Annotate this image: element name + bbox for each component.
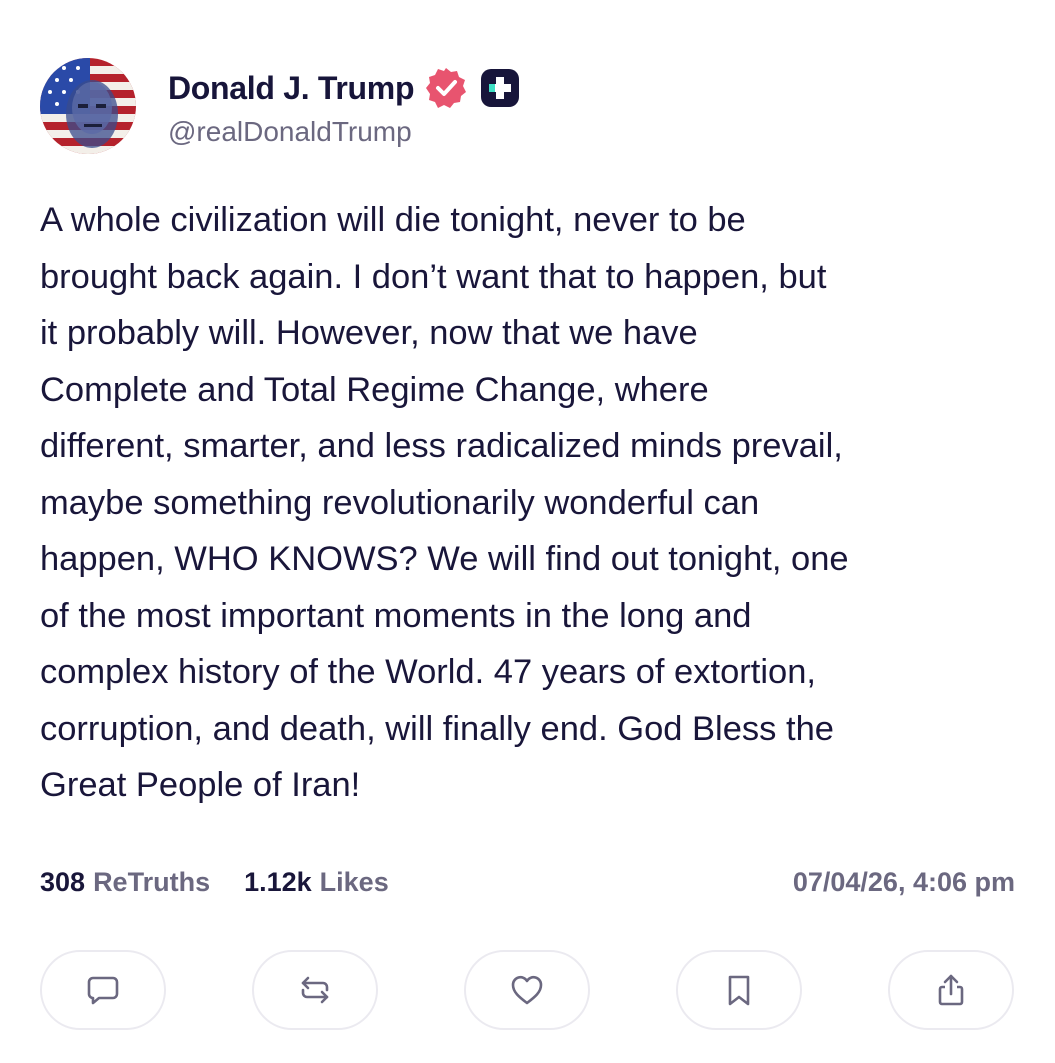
heart-icon — [511, 975, 543, 1005]
bookmark-icon — [728, 975, 750, 1006]
reply-icon — [87, 976, 119, 1005]
truth-plus-icon — [481, 69, 520, 107]
retruths-stat[interactable]: 308 ReTruths — [40, 867, 210, 898]
author-name-row: Donald J. Trump — [168, 64, 520, 112]
author-info: Donald J. Trump @realDonaldTrump — [168, 64, 520, 148]
share-button[interactable] — [888, 950, 1014, 1030]
avatar-image — [40, 58, 136, 154]
likes-label: Likes — [319, 866, 389, 897]
post-stats: 308 ReTruths 1.12k Likes 07/04/26, 4:06 … — [40, 860, 1015, 904]
likes-count: 1.12k — [244, 866, 312, 897]
bookmark-button[interactable] — [676, 950, 802, 1030]
post-header: Donald J. Trump @realDonaldTrump — [40, 58, 520, 154]
avatar[interactable] — [40, 58, 136, 154]
reply-button[interactable] — [40, 950, 166, 1030]
likes-stat[interactable]: 1.12k Likes — [244, 867, 389, 898]
retruth-icon — [301, 976, 329, 1004]
verified-badge-icon — [426, 68, 467, 108]
post-text: A whole civilization will die tonight, n… — [40, 201, 849, 804]
author-display-name[interactable]: Donald J. Trump — [168, 70, 415, 107]
author-handle[interactable]: @realDonaldTrump — [168, 116, 520, 148]
like-button[interactable] — [464, 950, 590, 1030]
share-icon — [938, 974, 964, 1006]
post-timestamp: 07/04/26, 4:06 pm — [792, 866, 1015, 897]
retruths-label: ReTruths — [93, 866, 211, 897]
retruth-button[interactable] — [252, 950, 378, 1030]
post-actions — [40, 950, 1014, 1030]
retruths-count: 308 — [40, 866, 86, 897]
